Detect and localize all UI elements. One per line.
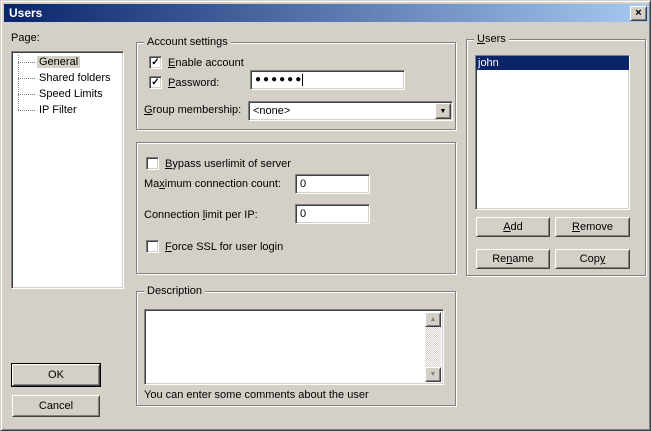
tree-item-ip-filter[interactable]: IP Filter [12, 102, 123, 118]
label-post: sers [485, 33, 506, 45]
group-membership-value: <none> [249, 105, 435, 117]
checkbox[interactable] [146, 240, 159, 253]
password-input[interactable]: ●●●●●● [250, 70, 405, 90]
add-button-label: Add [503, 221, 523, 233]
label-pre: Ma [144, 178, 159, 190]
label-post: ame [512, 253, 533, 265]
scroll-down-icon: ▼ [430, 371, 437, 378]
group-caption: Account settings [144, 36, 231, 48]
users-list[interactable]: john [475, 55, 630, 210]
checkbox[interactable] [146, 157, 159, 170]
ok-button[interactable]: OK [12, 364, 100, 386]
scroll-up-button[interactable]: ▲ [425, 312, 441, 327]
tree-item-label: IP Filter [37, 104, 79, 116]
scroll-up-icon: ▲ [430, 316, 437, 323]
label-post: ypass userlimit of server [172, 158, 291, 170]
checkbox[interactable]: ✓ [149, 56, 162, 69]
group-users: Users john Add Remove Rename Copy [466, 39, 646, 276]
chevron-down-icon: ▼ [440, 108, 447, 115]
tree-item-general[interactable]: General [12, 54, 123, 70]
checkbox-label: Enable account [168, 57, 244, 69]
password-value: ●●●●●● [251, 72, 303, 88]
label-mnemonic: R [572, 221, 580, 233]
description-textarea[interactable]: ▲ ▼ [144, 309, 444, 385]
checkbox-label: Bypass userlimit of server [165, 158, 291, 170]
check-icon: ✓ [151, 77, 159, 88]
group-connection-limits: Bypass userlimit of server Maximum conne… [136, 142, 456, 274]
copy-button[interactable]: Copy [555, 249, 630, 269]
description-scrollbar[interactable]: ▲ ▼ [425, 312, 441, 382]
tree-item-label: Speed Limits [37, 88, 105, 100]
enable-account-checkbox[interactable]: ✓ Enable account [149, 56, 244, 69]
add-button[interactable]: Add [476, 217, 550, 237]
group-caption: Users [474, 33, 509, 45]
bypass-userlimit-checkbox[interactable]: Bypass userlimit of server [146, 157, 291, 170]
label-post: nable account [175, 57, 244, 69]
dropdown-button[interactable]: ▼ [435, 103, 451, 119]
tree-item-label: General [37, 56, 80, 68]
tree-item-speed-limits[interactable]: Speed Limits [12, 86, 123, 102]
user-item-john[interactable]: john [476, 56, 629, 70]
group-membership-label: Group membership: [144, 104, 241, 116]
check-icon: ✓ [151, 57, 159, 68]
label-post: roup membership: [153, 104, 242, 116]
close-icon: × [635, 8, 641, 19]
checkbox[interactable]: ✓ [149, 76, 162, 89]
max-connection-count-input[interactable]: 0 [295, 174, 370, 194]
password-checkbox[interactable]: ✓ Password: [149, 76, 219, 89]
titlebar[interactable]: Users × [4, 4, 649, 22]
label-pre: Re [492, 253, 506, 265]
page-tree[interactable]: General Shared folders Speed Limits IP F… [11, 51, 124, 289]
label-mnemonic: F [165, 241, 172, 253]
label-mnemonic: A [503, 221, 510, 233]
label-mnemonic: y [600, 253, 606, 265]
close-button[interactable]: × [630, 6, 647, 21]
checkbox-label: Password: [168, 77, 219, 89]
text-caret [302, 74, 303, 86]
rename-button-label: Rename [492, 253, 534, 265]
page-label: Page: [11, 32, 40, 44]
label-post: emove [580, 221, 613, 233]
tree-item-label: Shared folders [37, 72, 113, 84]
rename-button[interactable]: Rename [476, 249, 550, 269]
force-ssl-checkbox[interactable]: Force SSL for user login [146, 240, 283, 253]
window-title: Users [4, 6, 42, 20]
label-mnemonic: U [477, 33, 485, 45]
label-pre: Connection [144, 209, 203, 221]
ok-button-label: OK [48, 369, 64, 381]
max-connection-count-value: 0 [296, 176, 306, 192]
description-hint: You can enter some comments about the us… [144, 389, 369, 401]
users-dialog: Users × Page: General Shared folders Spe… [0, 0, 651, 431]
scroll-down-button[interactable]: ▼ [425, 367, 441, 382]
connection-limit-per-ip-label: Connection limit per IP: [144, 209, 258, 221]
remove-button[interactable]: Remove [555, 217, 630, 237]
label-mnemonic: G [144, 104, 153, 116]
group-account-settings: Account settings ✓ Enable account ✓ Pass… [136, 42, 456, 130]
label-post: imit per IP: [205, 209, 258, 221]
max-connection-count-label: Maximum connection count: [144, 178, 281, 190]
tree-item-shared-folders[interactable]: Shared folders [12, 70, 123, 86]
connection-limit-per-ip-value: 0 [296, 206, 306, 222]
label-pre: Cop [580, 253, 600, 265]
cancel-button[interactable]: Cancel [12, 395, 100, 417]
label-post: dd [511, 221, 523, 233]
copy-button-label: Copy [580, 253, 606, 265]
label-post: orce SSL for user login [172, 241, 283, 253]
cancel-button-label: Cancel [39, 400, 73, 412]
remove-button-label: Remove [572, 221, 613, 233]
group-membership-select[interactable]: <none> ▼ [248, 101, 453, 121]
group-description: Description ▲ ▼ You can enter some comme… [136, 291, 456, 406]
connection-limit-per-ip-input[interactable]: 0 [295, 204, 370, 224]
label-post: assword: [175, 77, 219, 89]
label-post: imum connection count: [165, 178, 281, 190]
checkbox-label: Force SSL for user login [165, 241, 283, 253]
group-caption: Description [144, 285, 205, 297]
